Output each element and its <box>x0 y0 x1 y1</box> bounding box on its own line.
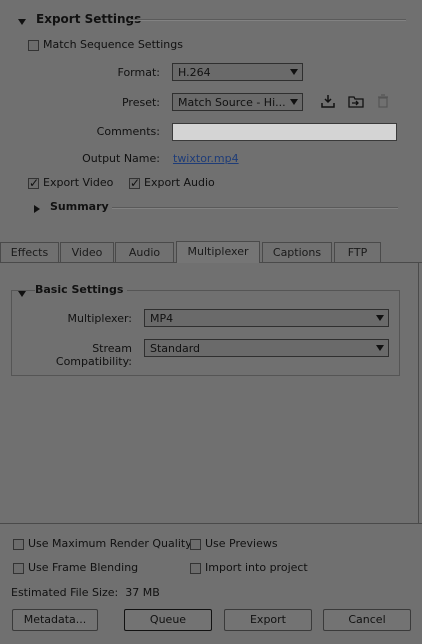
expand-triangle-icon <box>34 205 40 213</box>
import-preset-icon[interactable] <box>347 93 365 109</box>
tab-captions[interactable]: Captions <box>262 242 332 262</box>
stream-compatibility-dropdown[interactable]: Standard <box>144 339 389 357</box>
tab-multiplexer[interactable]: Multiplexer <box>176 241 260 263</box>
divider <box>130 19 406 21</box>
divider <box>0 523 422 524</box>
chevron-down-icon <box>374 312 386 324</box>
import-into-project-checkbox[interactable] <box>190 563 201 574</box>
tab-audio[interactable]: Audio <box>115 242 174 262</box>
basic-settings-toggle[interactable] <box>18 287 26 300</box>
tab-ftp[interactable]: FTP <box>334 242 381 262</box>
divider <box>112 207 398 209</box>
preset-dropdown[interactable]: Match Source - Hi... <box>172 93 303 111</box>
export-video-label: Export Video <box>43 176 114 189</box>
output-name-link[interactable]: twixtor.mp4 <box>173 152 239 165</box>
use-previews-label: Use Previews <box>205 537 278 550</box>
chevron-down-icon <box>288 66 300 78</box>
tab-video[interactable]: Video <box>60 242 114 262</box>
multiplexer-label: Multiplexer: <box>67 312 132 325</box>
multiplexer-value: MP4 <box>150 312 174 325</box>
export-audio-checkbox[interactable] <box>129 176 140 190</box>
preset-label: Preset: <box>121 96 160 109</box>
use-previews-checkbox[interactable] <box>190 539 201 550</box>
summary-toggle[interactable] <box>34 203 40 216</box>
queue-button[interactable]: Queue <box>124 609 212 631</box>
comments-label: Comments: <box>96 125 160 138</box>
max-render-quality-label: Use Maximum Render Quality <box>28 537 192 550</box>
frame-blending-label: Use Frame Blending <box>28 561 139 574</box>
estimated-file-size: Estimated File Size: 37 MB <box>11 586 160 599</box>
metadata-button[interactable]: Metadata... <box>12 609 98 631</box>
chevron-down-icon <box>374 342 386 354</box>
format-label: Format: <box>117 66 160 79</box>
chevron-down-icon <box>288 96 300 108</box>
format-dropdown[interactable]: H.264 <box>172 63 303 81</box>
match-sequence-label: Match Sequence Settings <box>43 38 183 51</box>
multiplexer-dropdown[interactable]: MP4 <box>144 309 389 327</box>
basic-settings-title: Basic Settings <box>35 283 128 296</box>
import-into-project-label: Import into project <box>205 561 308 574</box>
stream-compatibility-label: Stream Compatibility: <box>55 342 132 368</box>
collapse-triangle-icon <box>18 291 26 297</box>
output-name-label: Output Name: <box>82 152 160 165</box>
scroll-area-border <box>418 263 419 523</box>
format-value: H.264 <box>178 66 211 79</box>
delete-preset-icon[interactable] <box>376 93 390 109</box>
export-settings-title: Export Settings <box>36 12 142 26</box>
max-render-quality-checkbox[interactable] <box>13 539 24 550</box>
export-audio-label: Export Audio <box>144 176 215 189</box>
preset-value: Match Source - Hi... <box>178 96 286 109</box>
match-sequence-checkbox[interactable] <box>28 40 39 51</box>
frame-blending-checkbox[interactable] <box>13 563 24 574</box>
export-button[interactable]: Export <box>224 609 312 631</box>
stream-compatibility-value: Standard <box>150 342 201 355</box>
save-preset-icon[interactable] <box>320 93 336 109</box>
comments-field[interactable] <box>172 123 397 141</box>
tab-effects[interactable]: Effects <box>0 242 59 262</box>
summary-title: Summary <box>50 200 109 213</box>
export-settings-toggle[interactable] <box>18 15 26 28</box>
cancel-button[interactable]: Cancel <box>323 609 411 631</box>
export-video-checkbox[interactable] <box>28 176 39 190</box>
collapse-triangle-icon <box>18 19 26 25</box>
